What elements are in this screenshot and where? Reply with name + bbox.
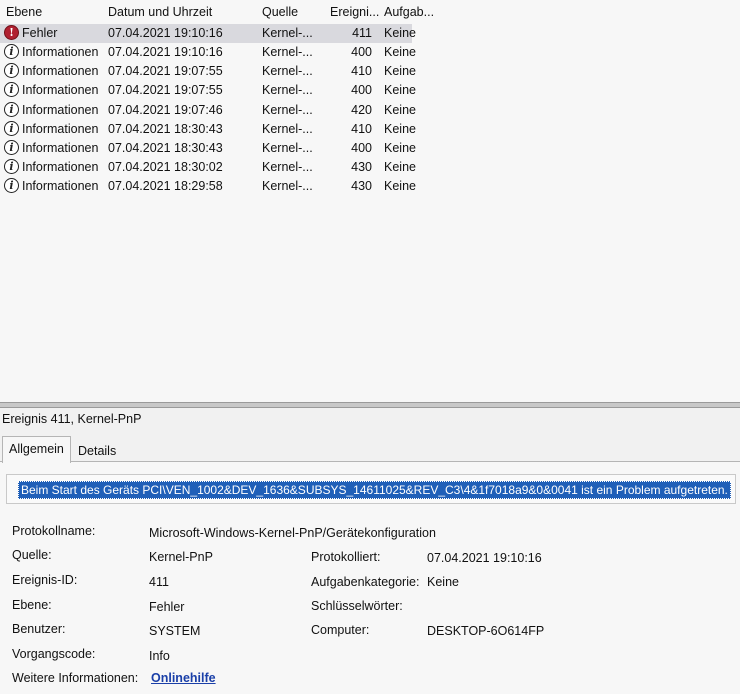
info-icon: i — [4, 82, 19, 97]
info-icon: i — [4, 102, 19, 117]
cell-event-id: 400 — [351, 141, 372, 155]
column-header-date[interactable]: Datum und Uhrzeit — [108, 5, 212, 19]
cell-date: 07.04.2021 18:30:02 — [108, 160, 223, 174]
table-row[interactable]: i Informationen 07.04.2021 19:07:55 Kern… — [0, 62, 416, 81]
cell-date: 07.04.2021 18:29:58 — [108, 179, 223, 193]
info-icon: i — [4, 121, 19, 136]
event-description-box[interactable]: Beim Start des Geräts PCI\VEN_1002&DEV_1… — [6, 474, 736, 504]
cell-event-id: 400 — [351, 83, 372, 97]
table-row[interactable]: i Informationen 07.04.2021 18:30:02 Kern… — [0, 158, 416, 177]
list-header: Ebene Datum und Uhrzeit Quelle Ereigni..… — [0, 0, 740, 24]
event-description[interactable]: Beim Start des Geräts PCI\VEN_1002&DEV_1… — [18, 481, 731, 499]
cell-event-id: 430 — [351, 160, 372, 174]
cell-date: 07.04.2021 18:30:43 — [108, 141, 223, 155]
detail-tabs: Allgemein Details — [0, 436, 740, 463]
label-more-info: Weitere Informationen: — [12, 671, 139, 685]
table-row[interactable]: i Informationen 07.04.2021 19:07:46 Kern… — [0, 101, 416, 120]
cell-level: Informationen — [22, 83, 99, 97]
label-user: Benutzer: — [12, 622, 66, 636]
label-keywords: Schlüsselwörter: — [311, 599, 403, 613]
cell-task: Keine — [384, 103, 416, 117]
label-level: Ebene: — [12, 598, 52, 612]
cell-source: Kernel-... — [262, 122, 313, 136]
table-row[interactable]: i Informationen 07.04.2021 18:30:43 Kern… — [0, 139, 416, 158]
event-list: Ebene Datum und Uhrzeit Quelle Ereigni..… — [0, 0, 740, 402]
value-log-name[interactable]: Microsoft-Windows-Kernel-PnP/Gerätekonfi… — [149, 526, 436, 540]
value-event-id[interactable]: 411 — [149, 575, 169, 589]
cell-level: Informationen — [22, 141, 99, 155]
column-header-level[interactable]: Ebene — [6, 5, 42, 19]
column-header-task[interactable]: Aufgab... — [384, 5, 434, 19]
cell-date: 07.04.2021 19:10:16 — [108, 45, 223, 59]
info-icon: i — [4, 140, 19, 155]
cell-date: 07.04.2021 19:07:46 — [108, 103, 223, 117]
value-logged[interactable]: 07.04.2021 19:10:16 — [427, 551, 542, 565]
value-source[interactable]: Kernel-PnP — [149, 550, 213, 564]
cell-event-id: 430 — [351, 179, 372, 193]
cell-date: 07.04.2021 19:07:55 — [108, 83, 223, 97]
label-event-id: Ereignis-ID: — [12, 573, 78, 587]
column-header-event-id[interactable]: Ereigni... — [330, 5, 379, 19]
table-row[interactable]: ! Fehler 07.04.2021 19:10:16 Kernel-... … — [0, 24, 416, 43]
cell-source: Kernel-... — [262, 64, 313, 78]
cell-date: 07.04.2021 19:07:55 — [108, 64, 223, 78]
value-opcode[interactable]: Info — [149, 649, 170, 663]
error-icon: ! — [4, 25, 19, 40]
cell-task: Keine — [384, 26, 416, 40]
cell-event-id: 400 — [351, 45, 372, 59]
column-header-source[interactable]: Quelle — [262, 5, 298, 19]
cell-source: Kernel-... — [262, 179, 313, 193]
event-detail-title: Ereignis 411, Kernel-PnP — [2, 412, 142, 426]
label-computer: Computer: — [311, 623, 370, 637]
cell-date: 07.04.2021 19:10:16 — [108, 26, 223, 40]
online-help-link[interactable]: Onlinehilfe — [151, 671, 216, 685]
label-log-name: Protokollname: — [12, 524, 96, 538]
table-row[interactable]: i Informationen 07.04.2021 19:07:55 Kern… — [0, 81, 416, 100]
label-source: Quelle: — [12, 548, 52, 562]
cell-level: Informationen — [22, 179, 99, 193]
cell-task: Keine — [384, 122, 416, 136]
cell-source: Kernel-... — [262, 45, 313, 59]
info-icon: i — [4, 44, 19, 59]
value-user[interactable]: SYSTEM — [149, 624, 200, 638]
cell-level: Informationen — [22, 103, 99, 117]
cell-event-id: 410 — [351, 64, 372, 78]
cell-event-id: 420 — [351, 103, 372, 117]
cell-level: Informationen — [22, 45, 99, 59]
cell-source: Kernel-... — [262, 141, 313, 155]
table-row[interactable]: i Informationen 07.04.2021 19:10:16 Kern… — [0, 43, 416, 62]
label-logged: Protokolliert: — [311, 550, 381, 564]
cell-task: Keine — [384, 160, 416, 174]
value-level[interactable]: Fehler — [149, 600, 184, 614]
cell-level: Informationen — [22, 160, 99, 174]
cell-level: Informationen — [22, 64, 99, 78]
cell-task: Keine — [384, 83, 416, 97]
cell-level: Fehler — [22, 26, 58, 40]
table-row[interactable]: i Informationen 07.04.2021 18:30:43 Kern… — [0, 120, 416, 139]
cell-event-id: 411 — [352, 26, 372, 40]
cell-task: Keine — [384, 179, 416, 193]
cell-source: Kernel-... — [262, 103, 313, 117]
cell-task: Keine — [384, 45, 416, 59]
cell-task: Keine — [384, 141, 416, 155]
cell-task: Keine — [384, 64, 416, 78]
label-opcode: Vorgangscode: — [12, 647, 96, 661]
cell-event-id: 410 — [351, 122, 372, 136]
pane-splitter[interactable] — [0, 402, 740, 408]
info-icon: i — [4, 159, 19, 174]
table-row[interactable]: i Informationen 07.04.2021 18:29:58 Kern… — [0, 177, 416, 196]
label-task-category: Aufgabenkategorie: — [311, 575, 420, 589]
tab-general[interactable]: Allgemein — [2, 436, 71, 463]
info-icon: i — [4, 178, 19, 193]
cell-source: Kernel-... — [262, 26, 313, 40]
cell-source: Kernel-... — [262, 160, 313, 174]
info-icon: i — [4, 63, 19, 78]
value-task-category[interactable]: Keine — [427, 575, 459, 589]
tab-details[interactable]: Details — [72, 439, 122, 463]
cell-date: 07.04.2021 18:30:43 — [108, 122, 223, 136]
value-computer[interactable]: DESKTOP-6O614FP — [427, 624, 544, 638]
cell-level: Informationen — [22, 122, 99, 136]
cell-source: Kernel-... — [262, 83, 313, 97]
